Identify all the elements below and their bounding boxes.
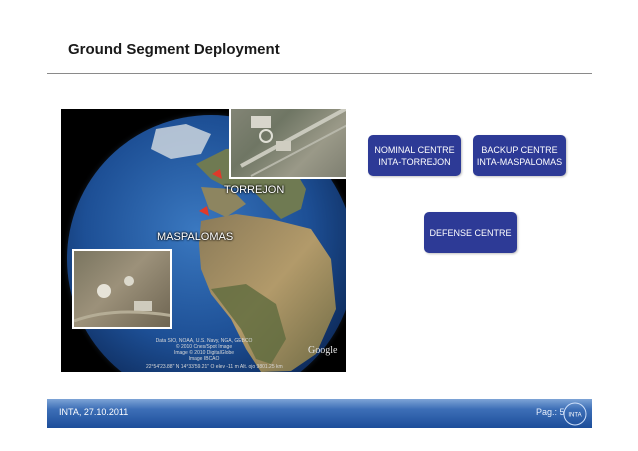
footer-bar: INTA, 27.10.2011 Pag.: 5 INTA	[47, 399, 592, 428]
footer-date: INTA, 27.10.2011	[59, 407, 129, 417]
nominal-centre-title: NOMINAL CENTRE	[374, 144, 455, 155]
map-status-bar: 22°54'23.88" N 14°33'59.21" O elev -11 m…	[146, 364, 283, 370]
backup-centre-title: BACKUP CENTRE	[481, 144, 558, 155]
inta-logo-text: INTA	[568, 413, 581, 419]
torrejon-aerial-inset	[229, 109, 346, 179]
backup-centre-site: INTA-MASPALOMAS	[476, 156, 563, 167]
page-number: Pag.: 5	[536, 407, 565, 417]
earth-map-image: TORREJON MASPALOMAS Data SIO, NOAA, U.S.…	[61, 109, 346, 372]
defense-centre-box: DEFENSE CENTRE	[424, 212, 517, 253]
google-logo: Google	[308, 345, 338, 356]
slide-title: Ground Segment Deployment	[68, 41, 280, 58]
maspalomas-aerial-inset	[72, 249, 172, 329]
defense-centre-title: DEFENSE CENTRE	[429, 227, 512, 238]
torrejon-label: TORREJON	[224, 184, 285, 196]
backup-centre-box: BACKUP CENTRE INTA-MASPALOMAS	[473, 135, 566, 176]
inta-logo-icon: INTA	[563, 402, 587, 426]
nominal-centre-box: NOMINAL CENTRE INTA-TORREJON	[368, 135, 461, 176]
map-attribution: Data SIO, NOAA, U.S. Navy, NGA, GEBCO © …	[149, 338, 259, 362]
maspalomas-label: MASPALOMAS	[157, 231, 234, 243]
title-divider	[47, 73, 592, 74]
nominal-centre-site: INTA-TORREJON	[378, 156, 451, 167]
attribution-line: Image IBCAO	[188, 356, 220, 362]
